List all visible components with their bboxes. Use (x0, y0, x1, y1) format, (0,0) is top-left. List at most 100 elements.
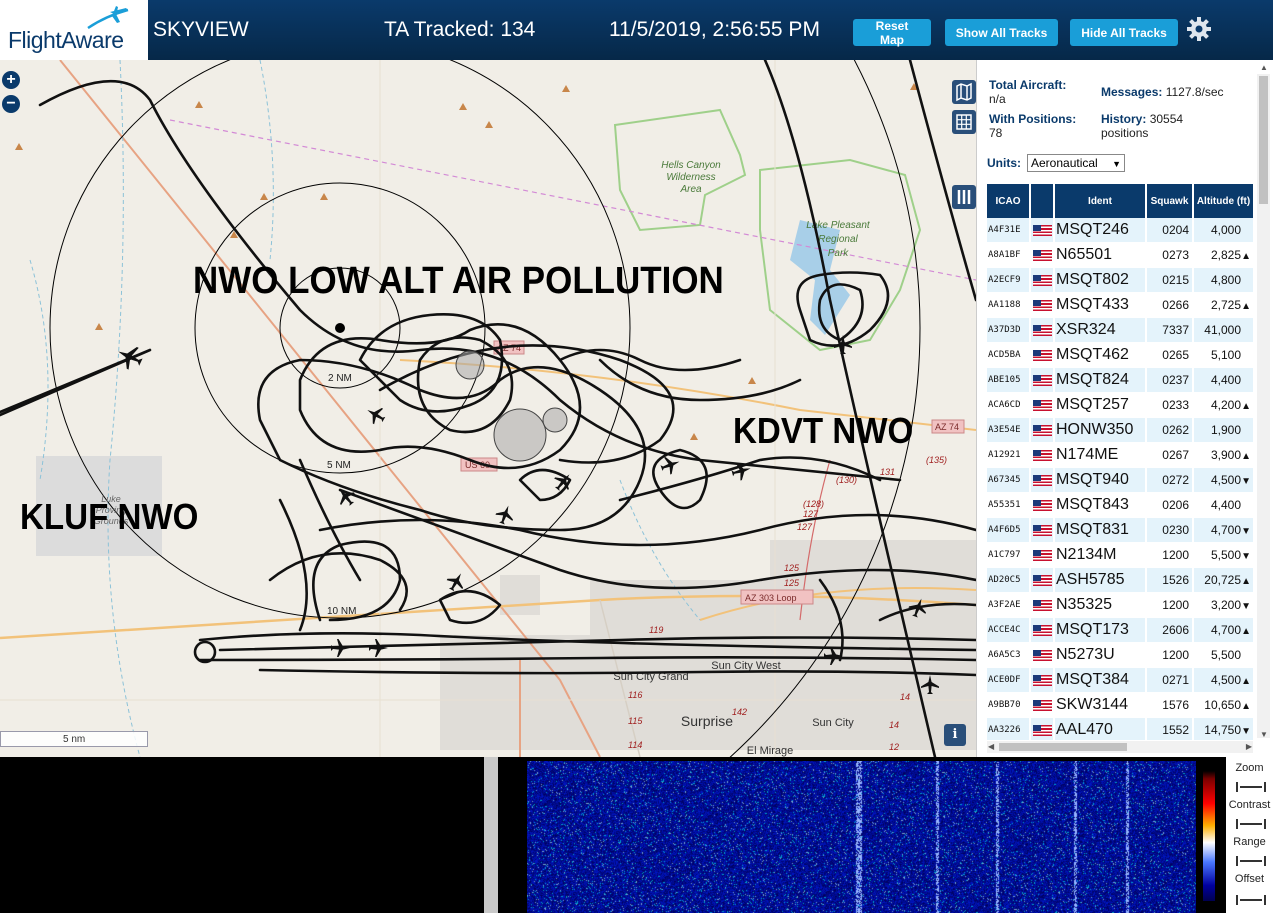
range-slider[interactable] (1236, 856, 1266, 866)
table-row[interactable]: A12921 N174ME 0267 3,900▲ (987, 443, 1253, 468)
altitude-cell: 5,100 (1194, 343, 1253, 368)
map-grid-button[interactable] (952, 110, 976, 134)
column-header-icao[interactable]: ICAO (987, 184, 1029, 218)
table-row[interactable]: ACD5BA MSQT462 0265 5,100 (987, 343, 1253, 368)
squawk-cell: 0267 (1147, 443, 1192, 468)
altitude-value: 2,825 (1210, 248, 1241, 262)
icao-cell: ACA6CD (987, 393, 1029, 418)
ident-cell: MSQT802 (1055, 268, 1145, 293)
table-row[interactable]: A4F31E MSQT246 0204 4,000 (987, 218, 1253, 243)
show-all-tracks-button[interactable]: Show All Tracks (945, 19, 1058, 46)
us-flag-icon (1032, 224, 1052, 236)
us-flag-icon (1032, 274, 1052, 286)
altitude-value: 2,725 (1210, 298, 1241, 312)
scroll-down-icon[interactable]: ▼ (1260, 730, 1268, 739)
table-row[interactable]: A67345 MSQT940 0272 4,500▼ (987, 468, 1253, 493)
table-row[interactable]: A1C797 N2134M 1200 5,500▼ (987, 543, 1253, 568)
vertical-scrollbar[interactable]: ▲ ▼ (1257, 63, 1270, 739)
us-flag-icon (1032, 624, 1052, 636)
flag-cell (1031, 218, 1053, 243)
map-icon (956, 82, 972, 102)
zoom-in-button[interactable]: + (2, 71, 20, 89)
place-label: Area (679, 184, 702, 195)
zoom-control-label: Zoom (1235, 762, 1264, 774)
flag-cell (1031, 443, 1053, 468)
table-row[interactable]: A9BB70 SKW3144 1576 10,650▲ (987, 693, 1253, 718)
horizontal-scrollbar[interactable]: ◀ ▶ (987, 741, 1253, 753)
squawk-cell: 1200 (1147, 593, 1192, 618)
overlay-label-pollution: NWO LOW ALT AIR POLLUTION (193, 260, 724, 302)
table-row[interactable]: A8A1BF N65501 0273 2,825▲ (987, 243, 1253, 268)
table-row[interactable]: ACE0DF MSQT384 0271 4,500▲ (987, 668, 1253, 693)
table-row[interactable]: A37D3D XSR324 7337 41,000 (987, 318, 1253, 343)
table-row[interactable]: ABE105 MSQT824 0237 4,400 (987, 368, 1253, 393)
route-number: 115 (628, 716, 643, 726)
ident-cell: HONW350 (1055, 418, 1145, 443)
table-row[interactable]: A3E54E HONW350 0262 1,900 (987, 418, 1253, 443)
reset-map-button[interactable]: Reset Map (853, 19, 931, 47)
flag-cell (1031, 718, 1053, 740)
map-layers-button[interactable] (952, 80, 976, 104)
scrollbar-thumb[interactable] (999, 743, 1127, 751)
offset-control-label: Offset (1234, 873, 1265, 885)
offset-slider[interactable] (1236, 895, 1266, 905)
ident-cell: MSQT831 (1055, 518, 1145, 543)
map-canvas: 2 NM 5 NM 10 NM Hells Canyon Wilderness … (0, 60, 976, 757)
altitude-trend-icon: ▲ (1241, 626, 1251, 637)
zoom-slider[interactable] (1236, 782, 1266, 792)
scroll-up-icon[interactable]: ▲ (1260, 63, 1268, 72)
contrast-slider[interactable] (1236, 819, 1266, 829)
current-datetime: 11/5/2019, 2:56:55 PM (609, 18, 820, 41)
panel-toggle-button[interactable] (952, 185, 976, 209)
altitude-cell: 2,725▲ (1194, 293, 1253, 318)
column-header-flag[interactable] (1031, 184, 1053, 218)
overlay-label-kdvt: KDVT NWO (733, 410, 914, 451)
route-number: (128) (803, 499, 824, 509)
road-label: AZ 74 (935, 422, 959, 432)
table-row[interactable]: A2ECF9 MSQT802 0215 4,800 (987, 268, 1253, 293)
altitude-value: 4,000 (1210, 223, 1241, 237)
altitude-cell: 5,500 (1194, 643, 1253, 668)
table-row[interactable]: ACA6CD MSQT257 0233 4,200▲ (987, 393, 1253, 418)
map-view[interactable]: 2 NM 5 NM 10 NM Hells Canyon Wilderness … (0, 60, 976, 757)
flightaware-logo[interactable]: FlightAware (0, 0, 148, 60)
panel-divider[interactable] (484, 757, 498, 913)
column-header-altitude[interactable]: Altitude (ft) (1194, 184, 1253, 218)
place-label: Sun City (812, 717, 854, 729)
hide-all-tracks-button[interactable]: Hide All Tracks (1070, 19, 1178, 46)
flag-cell (1031, 618, 1053, 643)
table-row[interactable]: A6A5C3 N5273U 1200 5,500 (987, 643, 1253, 668)
zoom-out-button[interactable]: − (2, 95, 20, 113)
info-button[interactable]: i (944, 724, 966, 746)
units-select[interactable]: Aeronautical (1027, 154, 1125, 172)
table-row[interactable]: ACCE4C MSQT173 2606 4,700▲ (987, 618, 1253, 643)
altitude-value: 4,200 (1210, 398, 1241, 412)
table-row[interactable]: A55351 MSQT843 0206 4,400 (987, 493, 1253, 518)
ident-cell: N65501 (1055, 243, 1145, 268)
squawk-cell: 2606 (1147, 618, 1192, 643)
table-row[interactable]: A4F6D5 MSQT831 0230 4,700▼ (987, 518, 1253, 543)
scrollbar-thumb[interactable] (1259, 76, 1268, 204)
total-aircraft-stat: Total Aircraft: n/a (989, 78, 1066, 106)
table-row[interactable]: AA3226 AAL470 1552 14,750▼ (987, 718, 1253, 740)
column-header-squawk[interactable]: Squawk (1147, 184, 1192, 218)
us-flag-icon (1032, 549, 1052, 561)
icao-cell: A12921 (987, 443, 1029, 468)
flag-cell (1031, 543, 1053, 568)
table-row[interactable]: AA1188 MSQT433 0266 2,725▲ (987, 293, 1253, 318)
route-number: 127 (797, 522, 813, 532)
scroll-right-icon[interactable]: ▶ (1246, 742, 1252, 751)
aircraft-table-wrapper[interactable]: ICAO Ident Squawk Altitude (ft) A4F31E MS… (987, 184, 1255, 740)
altitude-trend-icon: ▼ (1241, 476, 1251, 487)
scroll-left-icon[interactable]: ◀ (988, 742, 994, 751)
waterfall-display[interactable] (527, 761, 1196, 913)
table-row[interactable]: AD20C5 ASH5785 1526 20,725▲ (987, 568, 1253, 593)
column-header-ident[interactable]: Ident (1055, 184, 1145, 218)
altitude-trend-icon: ▼ (1241, 551, 1251, 562)
table-row[interactable]: A3F2AE N35325 1200 3,200▼ (987, 593, 1253, 618)
us-flag-icon (1032, 424, 1052, 436)
columns-icon (957, 190, 971, 204)
gear-icon[interactable] (1186, 16, 1212, 42)
altitude-value: 4,400 (1210, 373, 1241, 387)
squawk-cell: 1552 (1147, 718, 1192, 740)
